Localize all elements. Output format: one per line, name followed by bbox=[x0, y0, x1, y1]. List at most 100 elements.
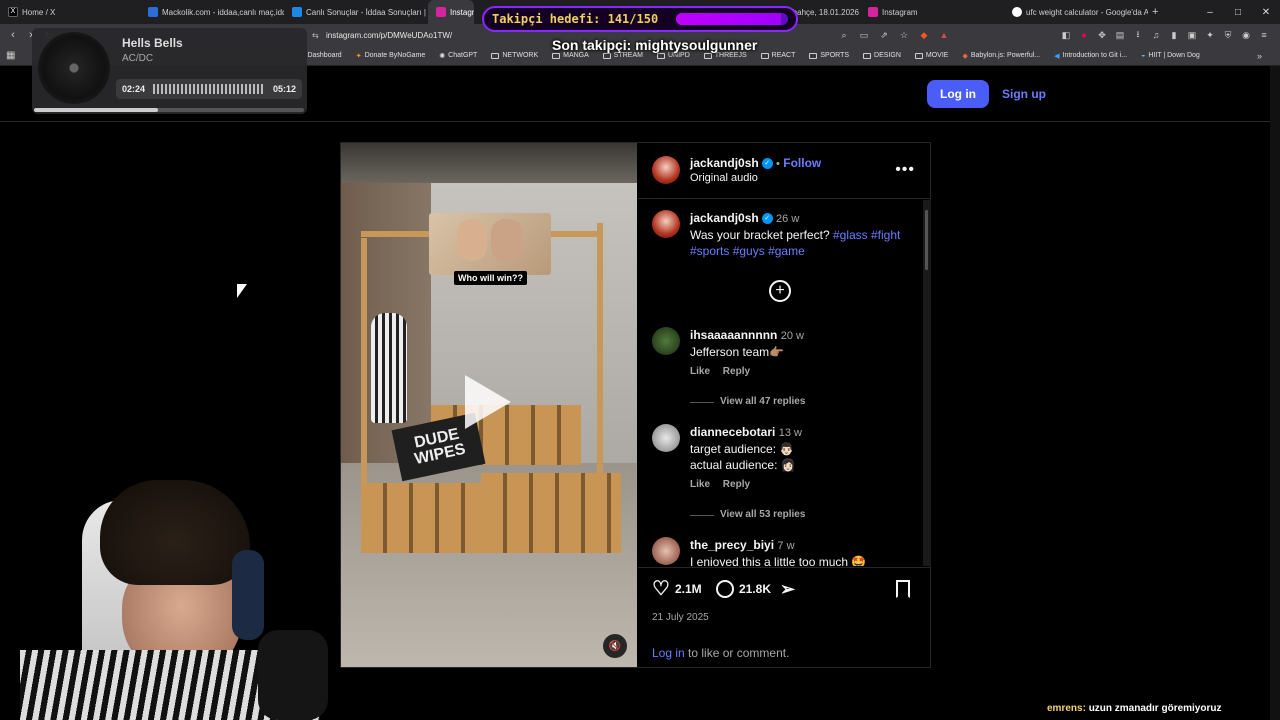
bookmark-folder-design[interactable]: DESIGN bbox=[863, 52, 901, 59]
heart-icon[interactable]: ♡ bbox=[652, 579, 670, 599]
apps-grid-icon[interactable]: ▦ bbox=[6, 50, 15, 61]
follower-goal-fill bbox=[676, 13, 782, 25]
commenter-avatar[interactable] bbox=[652, 424, 680, 452]
video-player[interactable]: DUDE WIPES Who will win?? 🔇 bbox=[341, 143, 637, 667]
bookmark-folder-sports[interactable]: SPORTS bbox=[809, 52, 849, 59]
more-bookmarks-icon[interactable]: » bbox=[1257, 51, 1262, 61]
bookmark-folder-network[interactable]: NETWORK bbox=[491, 52, 538, 59]
comment-text: actual audience: 👩🏻 bbox=[690, 458, 796, 472]
back-icon[interactable]: ‹ bbox=[4, 26, 22, 44]
caption-avatar[interactable] bbox=[652, 210, 680, 238]
comment-icon[interactable] bbox=[716, 580, 734, 598]
zoom-icon[interactable]: ⌕ bbox=[836, 27, 852, 43]
load-more-comments-icon[interactable]: + bbox=[769, 280, 791, 302]
play-icon[interactable] bbox=[465, 375, 511, 429]
like-count[interactable]: 2.1M bbox=[675, 582, 702, 596]
view-replies-button[interactable]: View all 53 replies bbox=[690, 507, 920, 523]
bookmark-folder-stream[interactable]: STREAM bbox=[602, 52, 643, 59]
vpn-icon[interactable]: ⛨ bbox=[1220, 27, 1236, 43]
view-replies-button[interactable]: View all 47 replies bbox=[690, 394, 920, 410]
caption-username[interactable]: jackandj0sh bbox=[690, 211, 759, 225]
close-window-button[interactable]: ✕ bbox=[1252, 0, 1280, 24]
song-progress-bar bbox=[34, 108, 304, 112]
maximize-button[interactable]: □ bbox=[1224, 0, 1252, 24]
minimize-button[interactable]: – bbox=[1196, 0, 1224, 24]
comment-like-button[interactable]: Like bbox=[690, 366, 710, 377]
comment-reply-button[interactable]: Reply bbox=[723, 479, 750, 490]
tab-mackolik[interactable]: Mackolik.com - iddaa,canlı maç,iddaa bbox=[140, 0, 284, 24]
log-in-button[interactable]: Log in bbox=[927, 80, 989, 108]
bookmark-folder-threejs[interactable]: THREEJS bbox=[703, 52, 747, 59]
extension-icon[interactable]: ● bbox=[1076, 27, 1092, 43]
original-audio-link[interactable]: Original audio bbox=[690, 172, 758, 184]
tab-instagram[interactable]: Instagram bbox=[860, 0, 1004, 24]
comment-username[interactable]: the_precy_biyi bbox=[690, 538, 774, 552]
comment-count[interactable]: 21.8K bbox=[739, 582, 771, 596]
bookmark-folder-react[interactable]: REACT bbox=[760, 52, 795, 59]
share-icon[interactable]: ⇗ bbox=[876, 27, 892, 43]
comment-username[interactable]: ihsaaaaannnnn bbox=[690, 328, 777, 342]
comments-panel[interactable]: jackandj0sh ✓ 26 w Was your bracket perfe… bbox=[638, 200, 931, 566]
tab-fenerbahce[interactable]: rbahçe, 18.01.2026 bbox=[790, 0, 860, 24]
sign-up-link[interactable]: Sign up bbox=[996, 80, 1052, 108]
bookmark-git-intro[interactable]: ◀ Introduction to Git i... bbox=[1054, 52, 1127, 60]
bookmark-folder-unipd[interactable]: UNIPD bbox=[656, 52, 690, 59]
more-options-icon[interactable]: ••• bbox=[895, 161, 915, 179]
wallet-icon[interactable]: ▣ bbox=[1184, 27, 1200, 43]
menu-icon[interactable]: ≡ bbox=[1256, 27, 1272, 43]
bookmark-donate-bynogame[interactable]: ✦ Donate ByNoGame bbox=[356, 52, 426, 60]
commenter-avatar[interactable] bbox=[652, 537, 680, 565]
bookmark-star-icon[interactable]: ☆ bbox=[896, 27, 912, 43]
sidebar-icon[interactable]: ▮ bbox=[1166, 27, 1182, 43]
comment-like-button[interactable]: Like bbox=[690, 479, 710, 490]
follower-goal-bar bbox=[676, 13, 788, 25]
new-tab-button[interactable]: + bbox=[1148, 0, 1168, 24]
commenter-avatar[interactable] bbox=[652, 327, 680, 355]
comment-text: target audience: 👨🏻 bbox=[690, 442, 795, 456]
hashtag[interactable]: #sports bbox=[690, 244, 729, 258]
download-icon[interactable]: ⭳ bbox=[1130, 27, 1146, 43]
hashtag[interactable]: #guys bbox=[733, 244, 765, 258]
site-settings-icon[interactable]: ⇆ bbox=[312, 31, 319, 40]
comment-username[interactable]: diannecebotari bbox=[690, 425, 775, 439]
hashtag[interactable]: #fight bbox=[871, 228, 900, 242]
hashtag[interactable]: #game bbox=[768, 244, 805, 258]
share-icon[interactable]: ➢ bbox=[780, 580, 795, 598]
bookmark-chatgpt[interactable]: ✺ ChatGPT bbox=[439, 52, 477, 60]
scroll-thumb[interactable] bbox=[925, 210, 928, 270]
comments-scrollbar[interactable] bbox=[923, 200, 931, 566]
author-username[interactable]: jackandj0sh bbox=[690, 156, 759, 170]
hashtag[interactable]: #glass bbox=[833, 228, 868, 242]
leo-icon[interactable]: ✦ bbox=[1202, 27, 1218, 43]
profile-icon[interactable]: ◉ bbox=[1238, 27, 1254, 43]
page-scrollbar[interactable] bbox=[1270, 66, 1280, 720]
mute-icon[interactable]: 🔇 bbox=[603, 634, 627, 658]
brave-shield-icon[interactable]: ◆ bbox=[916, 27, 932, 43]
puzzle-icon[interactable]: ✥ bbox=[1094, 27, 1110, 43]
bookmark-hiit[interactable]: ◒ HIIT | Down Dog bbox=[1141, 52, 1200, 59]
tab-x-home[interactable]: X Home / X bbox=[0, 0, 140, 24]
tab-instagram-active[interactable]: Instagram bbox=[428, 0, 474, 24]
tab-google-search[interactable]: ufc weight calculator - Google'da Ara bbox=[1004, 0, 1148, 24]
comment-reply-button[interactable]: Reply bbox=[723, 366, 750, 377]
music-icon[interactable]: ♫ bbox=[1148, 27, 1164, 43]
login-link[interactable]: Log in bbox=[652, 646, 685, 660]
comment-actions: Like Reply bbox=[690, 477, 920, 493]
view-replies-label: View all 47 replies bbox=[720, 396, 806, 407]
rewards-icon[interactable]: ▲ bbox=[936, 27, 952, 43]
cast-icon[interactable]: ▭ bbox=[856, 27, 872, 43]
tab-search-icon[interactable]: ▤ bbox=[1112, 27, 1128, 43]
follow-button[interactable]: Follow bbox=[783, 156, 821, 170]
tab-canli-sonuclar[interactable]: Canlı Sonuçlar - İddaa Sonuçları | Ma bbox=[284, 0, 428, 24]
bookmark-folder-movie[interactable]: MOVIE bbox=[914, 52, 948, 59]
author-avatar[interactable] bbox=[652, 156, 680, 184]
bookmark-icon[interactable] bbox=[896, 580, 910, 598]
comment-time: 7 w bbox=[777, 540, 795, 552]
bookmark-folder-manga[interactable]: MANGA bbox=[552, 52, 589, 59]
bookmark-babylonjs[interactable]: ◆ Babylon.js: Powerful... bbox=[962, 52, 1040, 60]
bookmark-dashboard[interactable]: Dashboard bbox=[307, 52, 341, 59]
bookmark-label: NETWORK bbox=[502, 52, 539, 59]
song-title: Hells Bells bbox=[122, 36, 183, 50]
extension-icon[interactable]: ◧ bbox=[1058, 27, 1074, 43]
mackolik-icon bbox=[292, 7, 302, 17]
